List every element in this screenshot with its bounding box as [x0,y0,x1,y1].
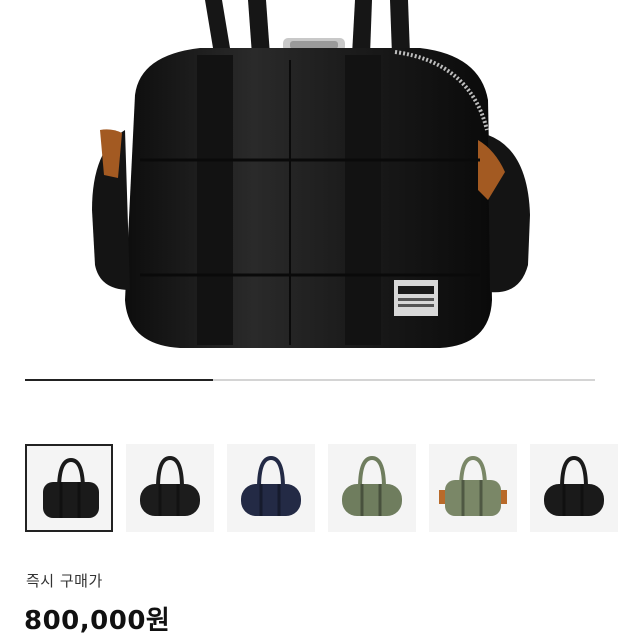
product-image-gallery[interactable] [0,0,620,410]
thumbnail-5[interactable] [429,444,517,532]
navy-duffel-bag-icon [241,455,301,516]
thumbnail-6[interactable] [530,444,618,532]
thumbnail-4[interactable] [328,444,416,532]
thumbnail-2[interactable] [126,444,214,532]
sage-green-boston-bag-icon [439,455,507,516]
price-label: 즉시 구매가 [26,572,103,590]
sage-green-duffel-bag-icon [342,455,402,516]
black-boston-bag-icon [43,457,99,518]
gallery-progress-fill [25,379,214,381]
price-value: 800,000원 [24,606,171,636]
black-nylon-boston-bag-image [92,0,530,348]
thumbnail-3[interactable] [227,444,315,532]
thumbnail-1[interactable] [25,444,113,532]
black-duffel-bag-icon [140,455,200,516]
black-duffel-bag-icon [544,455,604,516]
gallery-progress-track[interactable] [25,379,595,381]
thumbnail-strip [25,444,620,532]
